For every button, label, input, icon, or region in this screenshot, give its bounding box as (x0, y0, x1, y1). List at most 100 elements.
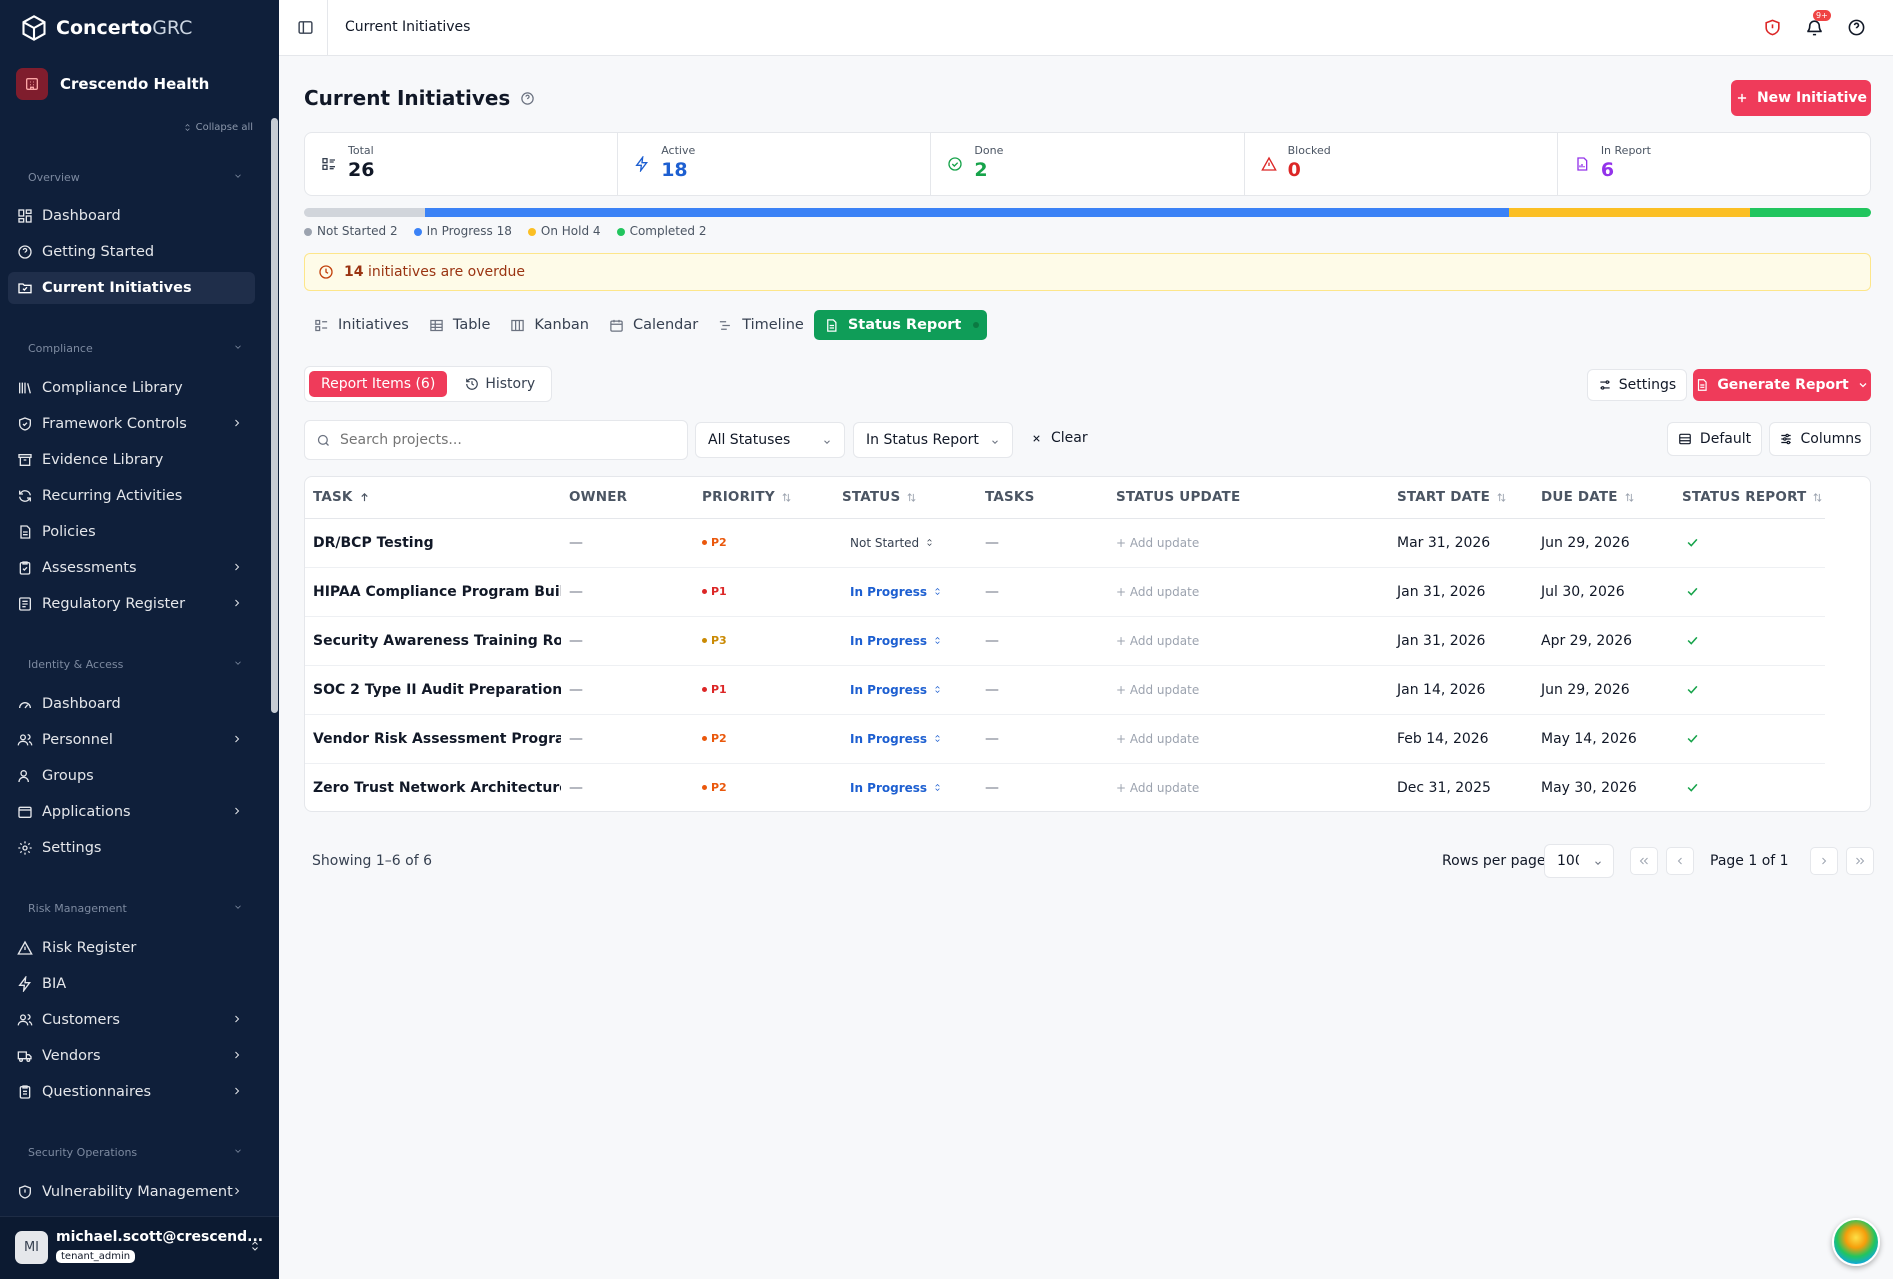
shield-alert-icon[interactable] (1763, 18, 1782, 37)
tab-table[interactable]: Table (419, 310, 501, 340)
prev-page-button[interactable] (1666, 847, 1694, 875)
collapse-all-button[interactable]: Collapse all (183, 122, 253, 133)
tab-history[interactable]: History (453, 371, 547, 397)
section-identity-access[interactable]: Identity & Access (28, 658, 243, 671)
tab-initiatives[interactable]: Initiatives (304, 310, 419, 340)
sidebar-item-recurring-activities[interactable]: Recurring Activities (8, 480, 255, 512)
section-compliance[interactable]: Compliance (28, 342, 243, 355)
search-input[interactable] (340, 432, 660, 448)
status-filter-select[interactable]: All Statuses (695, 422, 845, 458)
column-header[interactable]: STATUS REPORT (1674, 477, 1825, 519)
status-report-cell[interactable] (1674, 763, 1825, 811)
column-header[interactable]: PRIORITY (694, 477, 834, 519)
sidebar-item-vulnerability-management[interactable]: Vulnerability Management (8, 1176, 255, 1208)
status-cell[interactable]: In Progress (834, 567, 977, 617)
rows-per-page-select[interactable]: 100 (1544, 844, 1614, 878)
section-overview[interactable]: Overview (28, 171, 243, 184)
tab-kanban[interactable]: Kanban (500, 310, 599, 340)
task-name[interactable]: Vendor Risk Assessment Program (305, 714, 561, 764)
sidebar-item-vendors[interactable]: Vendors (8, 1040, 255, 1072)
owner-cell[interactable]: — (561, 763, 694, 811)
search-field[interactable] (304, 420, 688, 460)
status-update-cell[interactable]: + Add update (1108, 714, 1389, 764)
status-update-cell[interactable]: + Add update (1108, 763, 1389, 811)
sidebar-item-getting-started[interactable]: Getting Started (8, 236, 255, 268)
sidebar-scrollbar[interactable] (269, 118, 279, 718)
table-row[interactable]: HIPAA Compliance Program Buildout—P1In P… (305, 567, 1825, 617)
sidebar-item-compliance-library[interactable]: Compliance Library (8, 372, 255, 404)
sidebar-item-assessments[interactable]: Assessments (8, 552, 255, 584)
tab-timeline[interactable]: Timeline (708, 310, 814, 340)
status-cell[interactable]: In Progress (834, 665, 977, 715)
sidebar-item-ia-dashboard[interactable]: Dashboard (8, 688, 255, 720)
status-cell[interactable]: In Progress (834, 616, 977, 666)
user-menu[interactable]: MI michael.scott@crescend... tenant_admi… (0, 1216, 279, 1279)
task-name[interactable]: DR/BCP Testing (305, 518, 561, 568)
column-header[interactable]: STATUS (834, 477, 977, 519)
task-name[interactable]: HIPAA Compliance Program Buildout (305, 567, 561, 617)
status-update-cell[interactable]: + Add update (1108, 567, 1389, 617)
status-report-cell[interactable] (1674, 518, 1825, 568)
column-header[interactable]: TASK (305, 477, 561, 519)
clear-filters-button[interactable]: Clear (1031, 430, 1088, 446)
tab-status-report[interactable]: Status Report (813, 310, 988, 340)
new-initiative-button[interactable]: New Initiative (1731, 80, 1871, 116)
column-header[interactable]: START DATE (1389, 477, 1533, 519)
settings-button[interactable]: Settings (1587, 369, 1687, 401)
owner-cell[interactable]: — (561, 518, 694, 568)
columns-button[interactable]: Columns (1769, 422, 1871, 456)
help-circle-icon[interactable] (520, 91, 535, 106)
section-risk-management[interactable]: Risk Management (28, 902, 243, 915)
column-header[interactable]: DUE DATE (1533, 477, 1674, 519)
sidebar-item-current-initiatives[interactable]: Current Initiatives (8, 272, 255, 304)
help-circle-icon[interactable] (1847, 18, 1866, 37)
table-row[interactable]: SOC 2 Type II Audit Preparation — P1 In Pro… (305, 665, 1825, 715)
sidebar-item-policies[interactable]: Policies (8, 516, 255, 548)
status-report-cell[interactable] (1674, 665, 1825, 715)
brand-logo[interactable]: ConcertoGRC (20, 14, 192, 42)
first-page-button[interactable] (1630, 847, 1658, 875)
sidebar-item-dashboard[interactable]: Dashboard (8, 200, 255, 232)
default-view-button[interactable]: Default (1667, 422, 1762, 456)
task-name[interactable]: Zero Trust Network Architecture (305, 763, 561, 811)
sidebar-item-regulatory-register[interactable]: Regulatory Register (8, 588, 255, 620)
table-row[interactable]: DR/BCP Testing — P2 Not Started — + Add updat… (305, 518, 1825, 568)
status-cell[interactable]: Not Started (834, 518, 977, 568)
table-row[interactable]: Security Awareness Training Rollout—P3In… (305, 616, 1825, 666)
sidebar-item-questionnaires[interactable]: Questionnaires (8, 1076, 255, 1108)
sidebar-item-bia[interactable]: BIA (8, 968, 255, 1000)
sidebar-item-customers[interactable]: Customers (8, 1004, 255, 1036)
report-filter-select[interactable]: In Status Report (853, 422, 1013, 458)
status-report-cell[interactable] (1674, 714, 1825, 764)
status-update-cell[interactable]: + Add update (1108, 665, 1389, 715)
sidebar-item-risk-register[interactable]: Risk Register (8, 932, 255, 964)
generate-report-button[interactable]: Generate Report (1693, 369, 1871, 401)
section-security-operations[interactable]: Security Operations (28, 1146, 243, 1159)
task-name[interactable]: Security Awareness Training Rollout (305, 616, 561, 666)
next-page-button[interactable] (1810, 847, 1838, 875)
status-report-cell[interactable] (1674, 567, 1825, 617)
status-report-cell[interactable] (1674, 616, 1825, 666)
task-name[interactable]: SOC 2 Type II Audit Preparation (305, 665, 561, 715)
sidebar-item-settings[interactable]: Settings (8, 832, 255, 864)
sidebar-toggle-icon[interactable] (297, 19, 314, 36)
sidebar-item-applications[interactable]: Applications (8, 796, 255, 828)
owner-cell[interactable]: — (561, 616, 694, 666)
owner-cell[interactable]: — (561, 567, 694, 617)
org-switcher[interactable]: Crescendo Health (16, 68, 209, 100)
assistant-launcher-icon[interactable] (1832, 1218, 1880, 1266)
status-cell[interactable]: In Progress (834, 763, 977, 811)
owner-cell[interactable]: — (561, 714, 694, 764)
tab-report-items[interactable]: Report Items (6) (309, 371, 448, 397)
status-update-cell[interactable]: + Add update (1108, 518, 1389, 568)
tab-calendar[interactable]: Calendar (599, 310, 708, 340)
sidebar-item-groups[interactable]: Groups (8, 760, 255, 792)
sidebar-item-personnel[interactable]: Personnel (8, 724, 255, 756)
table-row[interactable]: Vendor Risk Assessment Program — P2 In Prog… (305, 714, 1825, 764)
sidebar-item-evidence-library[interactable]: Evidence Library (8, 444, 255, 476)
sidebar-item-framework-controls[interactable]: Framework Controls (8, 408, 255, 440)
table-row[interactable]: Zero Trust Network Architecture — P2 In Pro… (305, 763, 1825, 811)
last-page-button[interactable] (1846, 847, 1874, 875)
status-update-cell[interactable]: + Add update (1108, 616, 1389, 666)
owner-cell[interactable]: — (561, 665, 694, 715)
